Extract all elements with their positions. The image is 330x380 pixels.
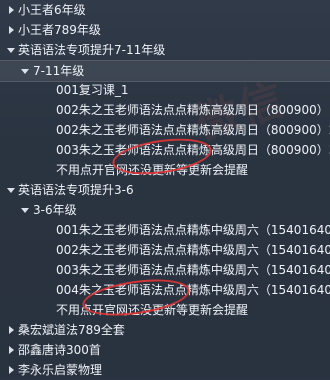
- tree-node-advanced-2b[interactable]: 002朱之玉老师语法点点精炼高级周日（800900）2: [0, 120, 330, 140]
- tree-node-update-notice-1[interactable]: 不用点开官网还没更新等更新会提醒: [0, 160, 330, 180]
- tree-node-xiao-wangzhe-789[interactable]: 小王者789年级: [0, 20, 330, 40]
- tree-node-intermediate-1[interactable]: 001朱之玉老师语法点点精炼中级周六（15401640）: [0, 220, 330, 240]
- tree-node-advanced-3[interactable]: 003朱之玉老师语法点点精炼高级周日（800900）3: [0, 140, 330, 160]
- chevron-down-icon[interactable]: [6, 40, 16, 60]
- tree-node-daofa-789[interactable]: 桑宏斌道法789全套: [0, 320, 330, 340]
- chevron-down-icon[interactable]: [20, 200, 30, 220]
- tree-node-xiao-wangzhe-6[interactable]: 小王者6年级: [0, 0, 330, 20]
- tree-node-label: 李永乐启蒙物理: [18, 363, 103, 377]
- chevron-right-icon[interactable]: [6, 340, 16, 360]
- tree-node-label: 小王者789年级: [18, 23, 101, 37]
- tree-node-intermediate-4[interactable]: 004朱之玉老师语法点点精炼中级周六（15401640）: [0, 280, 330, 300]
- chevron-right-icon[interactable]: [6, 0, 16, 20]
- tree-node-label: 003朱之玉老师语法点点精炼高级周日（800900）3: [56, 143, 330, 157]
- tree-node-intermediate-2[interactable]: 002朱之玉老师语法点点精炼中级周六（15401640）: [0, 240, 330, 260]
- tree-node-label: 002朱之玉老师语法点点精炼高级周日（800900）2: [56, 123, 330, 137]
- tree-node-label: 002朱之玉老师语法点点精炼中级周六（15401640）: [56, 243, 330, 257]
- folder-tree: 微信 小王者6年级 小王者789年级 英语语法专项提升7-11年级 7-11年级…: [0, 0, 330, 378]
- tree-node-label: 004朱之玉老师语法点点精炼中级周六（15401640）: [56, 283, 330, 297]
- chevron-right-icon[interactable]: [6, 360, 16, 380]
- tree-node-label: 桑宏斌道法789全套: [18, 323, 125, 337]
- chevron-right-icon[interactable]: [6, 320, 16, 340]
- tree-node-label: 小王者6年级: [18, 3, 86, 17]
- tree-node-tang-poems[interactable]: 邵鑫唐诗300首: [0, 340, 330, 360]
- chevron-down-icon[interactable]: [6, 180, 16, 200]
- tree-node-label: 不用点开官网还没更新等更新会提醒: [56, 163, 249, 177]
- tree-node-label: 7-11年级: [33, 64, 85, 78]
- chevron-down-icon[interactable]: [20, 61, 30, 81]
- tree-node-english-grammar-3-6[interactable]: 英语语法专项提升3-6: [0, 180, 330, 200]
- tree-node-label: 003朱之玉老师语法点点精炼中级周六（15401640）: [56, 263, 330, 277]
- tree-node-label: 邵鑫唐诗300首: [18, 343, 101, 357]
- tree-node-update-notice-2[interactable]: 不用点开官网还没更新等更新会提醒: [0, 300, 330, 320]
- tree-node-advanced-2[interactable]: 002朱之玉老师语法点点精炼高级周日（800900）1: [0, 100, 330, 120]
- chevron-right-icon[interactable]: [6, 20, 16, 40]
- tree-node-label: 英语语法专项提升3-6: [18, 183, 134, 197]
- tree-node-label: 001朱之玉老师语法点点精炼中级周六（15401640）: [56, 223, 330, 237]
- tree-node-grade-7-11[interactable]: 7-11年级: [0, 60, 330, 82]
- tree-node-review-1[interactable]: 001复习课_1: [0, 80, 330, 100]
- tree-node-english-grammar-7-11[interactable]: 英语语法专项提升7-11年级: [0, 40, 330, 60]
- tree-node-physics[interactable]: 李永乐启蒙物理: [0, 360, 330, 380]
- tree-node-label: 3-6年级: [33, 203, 77, 217]
- tree-node-label: 001复习课_1: [56, 83, 129, 97]
- tree-node-label: 002朱之玉老师语法点点精炼高级周日（800900）1: [56, 103, 330, 117]
- tree-node-label: 不用点开官网还没更新等更新会提醒: [56, 303, 249, 317]
- tree-node-intermediate-3[interactable]: 003朱之玉老师语法点点精炼中级周六（15401640）: [0, 260, 330, 280]
- tree-node-label: 英语语法专项提升7-11年级: [18, 43, 166, 57]
- tree-node-grade-3-6[interactable]: 3-6年级: [0, 200, 330, 220]
